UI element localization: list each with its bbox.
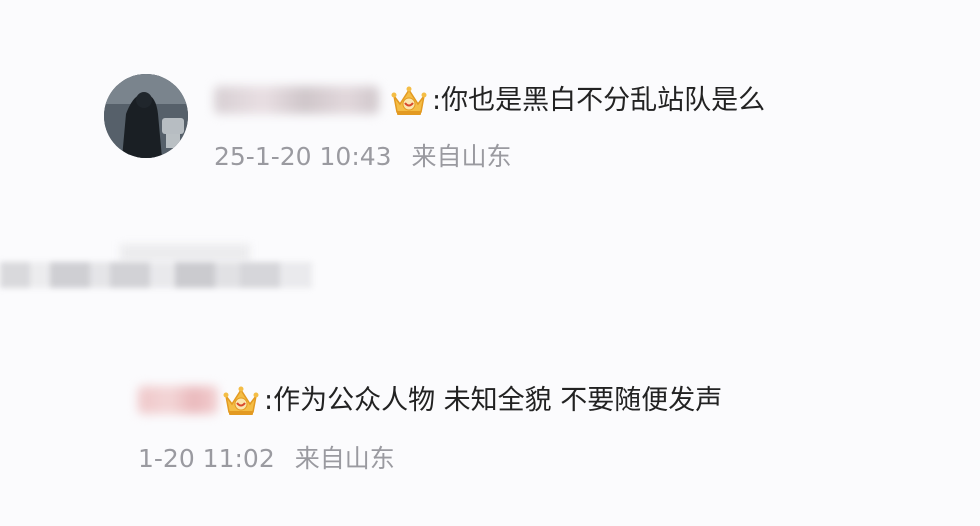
comment-date: 1-20 11:02 xyxy=(138,444,275,473)
comment-location: 来自山东 xyxy=(411,142,512,171)
comment-text: :作为公众人物 未知全貌 不要随便发声 xyxy=(264,385,723,416)
comment-meta: 25-1-20 10:43 来自山东 xyxy=(214,142,512,172)
comment-location: 来自山东 xyxy=(294,444,395,473)
comment-text: :你也是黑白不分乱站队是么 xyxy=(432,85,766,116)
username-redacted[interactable] xyxy=(138,386,218,414)
username-redacted[interactable] xyxy=(214,86,379,114)
comment-date: 25-1-20 10:43 xyxy=(214,142,392,171)
crown-badge-icon xyxy=(390,82,428,118)
redacted-area xyxy=(120,244,250,262)
avatar-image xyxy=(104,74,188,158)
redacted-text-strip xyxy=(0,262,312,288)
comment-thread: :你也是黑白不分乱站队是么 25-1-20 10:43 来自山东 :作为公众人物… xyxy=(0,0,980,526)
comment-meta: 1-20 11:02 来自山东 xyxy=(138,444,395,474)
crown-badge-icon xyxy=(222,382,260,418)
avatar[interactable] xyxy=(104,74,188,158)
